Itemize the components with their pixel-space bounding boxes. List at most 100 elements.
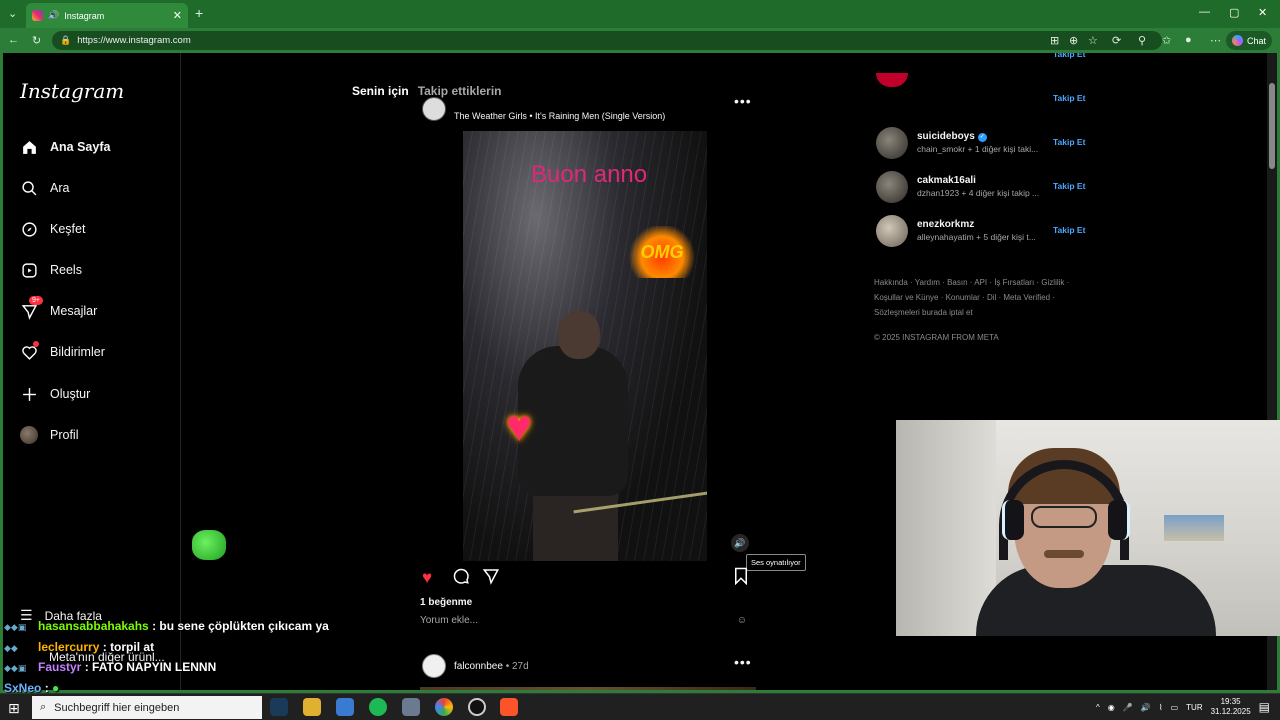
scrollbar-thumb[interactable]: [1269, 83, 1275, 169]
like-icon[interactable]: ♥: [422, 567, 432, 589]
suggestion-avatar[interactable]: [876, 215, 908, 247]
sidebar-item-messages[interactable]: 9+ Mesajlar: [20, 296, 97, 323]
glasses: [1031, 506, 1097, 528]
footer-links[interactable]: Hakkında · Yardım · Basın · API · İş Fır…: [874, 275, 1094, 320]
sidebar-item-explore[interactable]: Keşfet: [20, 217, 85, 241]
chat-badges-icon: ◆◆▣: [4, 622, 27, 632]
sidebar-item-label: Profil: [50, 428, 79, 442]
favorites-bar-icon[interactable]: ✩: [1162, 34, 1171, 47]
sidebar-item-profile[interactable]: Profil: [20, 423, 78, 447]
plus-icon: [20, 385, 38, 403]
next-post-user[interactable]: falconnbee • 27d: [454, 661, 529, 672]
refresh-icon[interactable]: ↻: [32, 34, 41, 47]
suggestion-avatar[interactable]: [876, 127, 908, 159]
follow-button[interactable]: Takip Et: [1053, 93, 1085, 103]
apps-icon[interactable]: ⊞: [1050, 34, 1059, 47]
next-post-avatar[interactable]: [422, 654, 446, 678]
likes-count[interactable]: 1 beğenme: [420, 597, 472, 608]
post-author-avatar[interactable]: [422, 97, 446, 121]
suggestion-username[interactable]: enezkorkmz: [917, 219, 974, 230]
comment-icon[interactable]: [452, 567, 470, 591]
suggestion-subtitle: alleynahayatim + 5 diğer kişi t...: [917, 232, 1036, 242]
next-post-options-icon[interactable]: •••: [734, 654, 752, 670]
taskbar-search-input[interactable]: ⌕ Suchbegriff hier eingeben: [32, 696, 262, 719]
notifications-icon[interactable]: ▤: [1259, 700, 1270, 714]
copilot-chat-button[interactable]: Chat: [1225, 31, 1272, 50]
obs-icon[interactable]: [468, 698, 486, 716]
tray-chevron-icon[interactable]: ^: [1096, 703, 1100, 712]
edge-icon[interactable]: [270, 698, 288, 716]
post-options-icon[interactable]: •••: [734, 93, 752, 109]
spotify-icon[interactable]: [369, 698, 387, 716]
share-icon[interactable]: [482, 567, 500, 591]
omg-sticker: OMG: [628, 226, 696, 278]
messages-icon: 9+: [20, 296, 43, 320]
sidebar-item-label: Keşfet: [50, 222, 86, 236]
chat-username: leclercurry: [38, 640, 100, 654]
browser-tab-bar: ⌄ 🔊 Instagram ✕ + — ▢ ✕: [0, 0, 1280, 28]
file-explorer-icon[interactable]: [303, 698, 321, 716]
favorite-icon[interactable]: ☆: [1088, 34, 1098, 47]
tab-following[interactable]: Takip ettiklerin: [418, 84, 502, 98]
sidebar-item-search[interactable]: Ara: [20, 176, 69, 200]
sidebar-item-label: Oluştur: [50, 387, 91, 401]
close-tab-icon[interactable]: ✕: [173, 9, 182, 22]
more-menu-icon[interactable]: ⋯: [1210, 34, 1221, 47]
brave-icon[interactable]: [500, 698, 518, 716]
sidebar-item-label: Ana Sayfa: [50, 140, 111, 154]
follow-button[interactable]: Takip Et: [1053, 181, 1085, 191]
clock[interactable]: 19:35 31.12.2025: [1211, 697, 1251, 717]
microphone-icon[interactable]: 🎤: [1123, 703, 1133, 712]
shopping-icon[interactable]: ⚲: [1138, 34, 1146, 47]
sidebar-item-reels[interactable]: Reels: [20, 258, 82, 282]
instagram-logo[interactable]: Instagram: [20, 79, 124, 103]
zoom-icon[interactable]: ⊕: [1069, 34, 1078, 47]
post-audio-link[interactable]: The Weather Girls • It's Raining Men (Si…: [454, 111, 665, 121]
suggestion-username[interactable]: cakmak16ali: [917, 175, 976, 186]
new-tab-icon[interactable]: +: [195, 5, 203, 21]
emoji-icon[interactable]: ☺: [737, 615, 747, 626]
browser-tab[interactable]: 🔊 Instagram ✕: [26, 3, 188, 28]
sidebar-item-home[interactable]: Ana Sayfa: [20, 135, 110, 159]
close-window-icon[interactable]: ✕: [1258, 6, 1267, 19]
windows-start-icon[interactable]: ⊞: [8, 700, 20, 717]
obs-tray-icon[interactable]: ◉: [1108, 703, 1115, 712]
save-icon[interactable]: [733, 567, 749, 591]
url-input[interactable]: 🔒 https://www.instagram.com: [52, 31, 1162, 50]
next-post-username[interactable]: falconnbee: [454, 661, 503, 672]
network-icon[interactable]: ⌇: [1159, 703, 1163, 712]
follow-button[interactable]: Takip Et: [1053, 225, 1085, 235]
profile-icon[interactable]: ●: [1185, 34, 1192, 46]
instagram-favicon-icon: [32, 10, 43, 21]
tab-for-you[interactable]: Senin için: [352, 84, 409, 98]
calculator-icon[interactable]: [402, 698, 420, 716]
audio-toggle-icon[interactable]: 🔊: [731, 534, 749, 552]
suggestion-username[interactable]: suicideboys ✓: [917, 131, 987, 142]
follow-button[interactable]: Takip Et: [1053, 137, 1085, 147]
copilot-icon: [1231, 35, 1243, 46]
follow-button[interactable]: Takip Et: [1053, 53, 1085, 59]
clock-date: 31.12.2025: [1210, 707, 1251, 716]
language-indicator[interactable]: TUR: [1186, 703, 1202, 712]
maximize-icon[interactable]: ▢: [1229, 6, 1239, 19]
wall-picture: [1164, 515, 1224, 541]
reel-video[interactable]: Buon anno OMG ♥ 🔊: [413, 131, 756, 561]
chat-label: Chat: [1246, 35, 1266, 46]
battery-icon[interactable]: ▭: [1171, 703, 1179, 712]
webcam-overlay: [896, 420, 1280, 636]
suggestion-row: suicideboys ✓ chain_smokr + 1 diğer kişi …: [874, 125, 1090, 161]
chrome-icon[interactable]: [435, 698, 453, 716]
suggestion-avatar[interactable]: [876, 73, 908, 87]
lock-icon[interactable]: 🔒: [60, 35, 71, 46]
volume-icon[interactable]: 🔊: [1141, 703, 1151, 712]
suggestion-avatar[interactable]: [876, 171, 908, 203]
sidebar-item-create[interactable]: Oluştur: [20, 382, 90, 406]
store-icon[interactable]: [336, 698, 354, 716]
extensions-icon[interactable]: ⟳: [1112, 34, 1121, 47]
minimize-icon[interactable]: —: [1199, 6, 1210, 18]
back-icon[interactable]: ←: [8, 34, 19, 46]
sidebar-item-notifications[interactable]: Bildirimler: [20, 340, 105, 364]
speaker-icon[interactable]: 🔊: [48, 10, 59, 21]
comment-input[interactable]: Yorum ekle... ☺: [420, 615, 747, 626]
tab-list-chevron-icon[interactable]: ⌄: [8, 7, 17, 20]
